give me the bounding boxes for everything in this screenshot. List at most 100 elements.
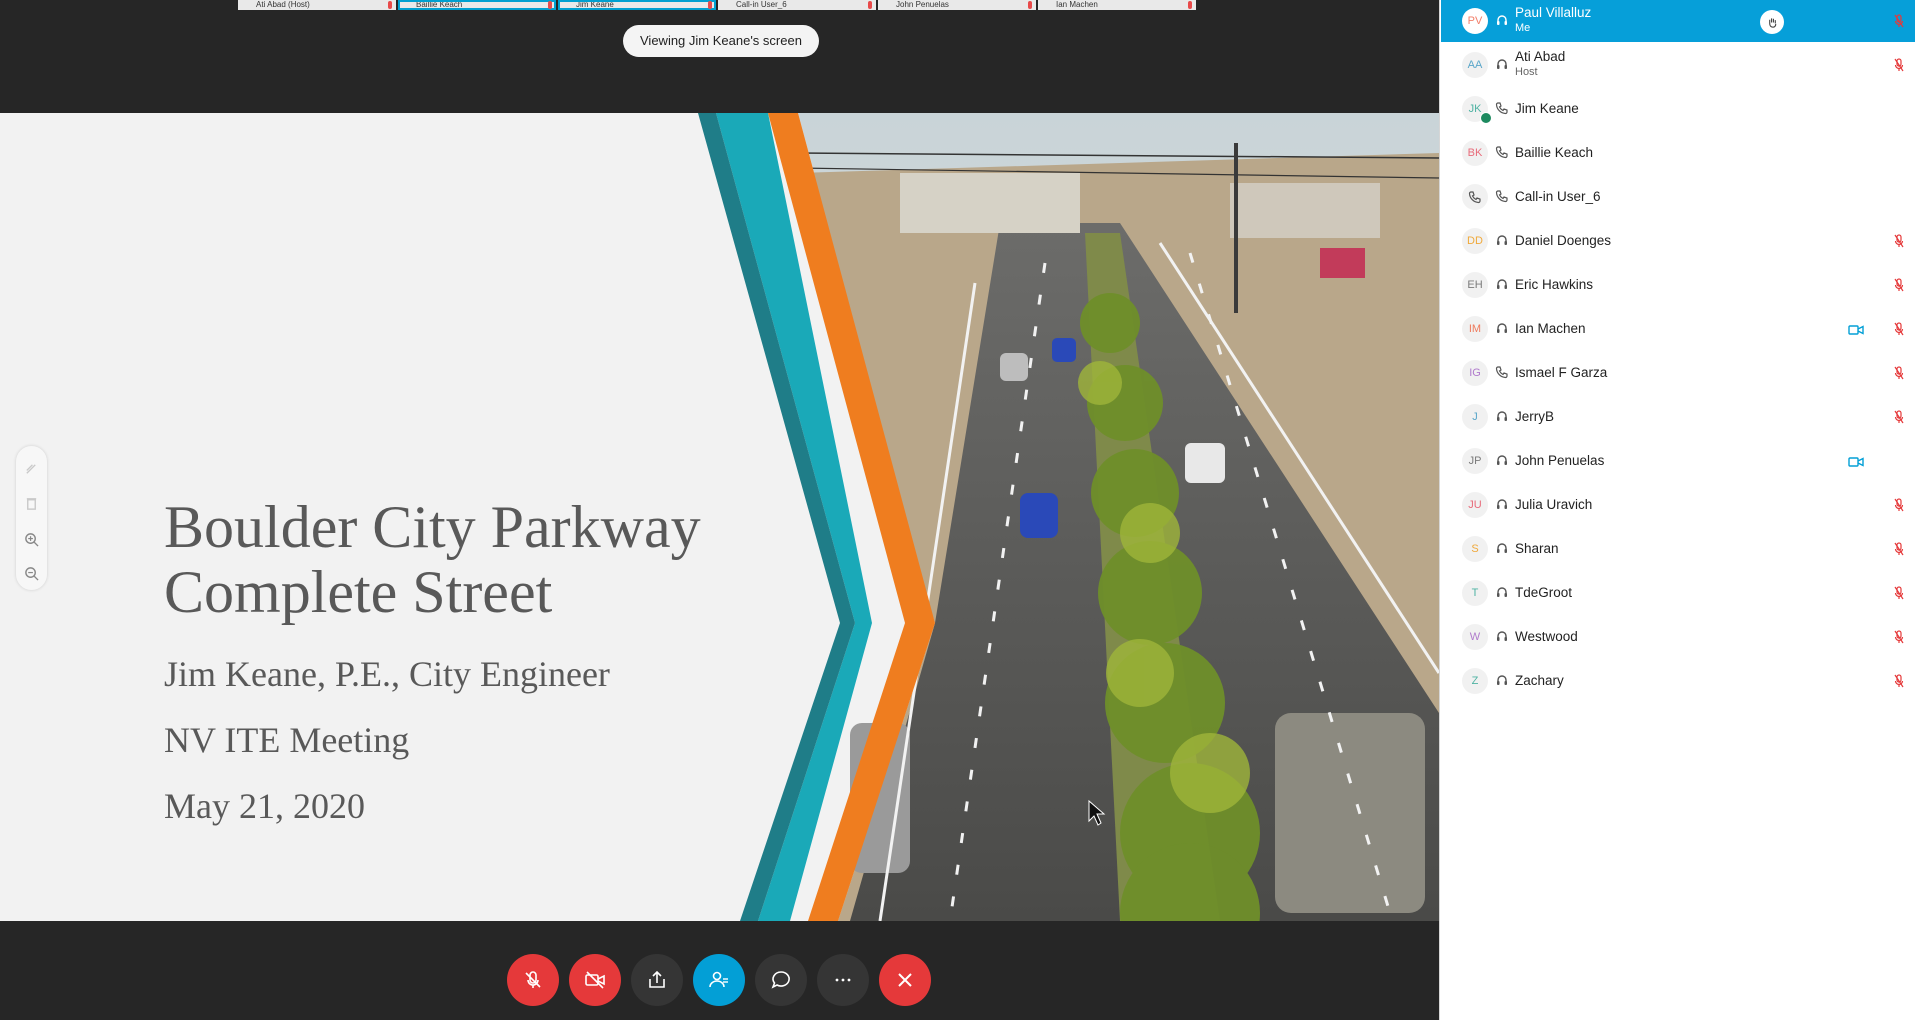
- filmstrip-tile[interactable]: Baillie Keach: [398, 0, 556, 10]
- participant-row[interactable]: W Westwood: [1441, 615, 1915, 659]
- participant-name: Ati Abad: [1515, 49, 1566, 64]
- participant-name: Call-in User_6: [1515, 189, 1601, 204]
- filmstrip-tile-label: Ati Abad (Host): [256, 0, 310, 9]
- participant-name: John Penuelas: [1515, 453, 1605, 468]
- participant-row[interactable]: BK Baillie Keach: [1441, 131, 1915, 175]
- participant-role: Me: [1515, 22, 1531, 34]
- share-button[interactable]: [631, 954, 683, 1006]
- mic-muted-icon[interactable]: [1894, 58, 1904, 72]
- mic-muted-icon[interactable]: [1894, 322, 1904, 336]
- participant-row[interactable]: IG Ismael F Garza: [1441, 351, 1915, 395]
- mic-muted-icon: [388, 1, 392, 9]
- mic-muted-icon: [868, 1, 872, 9]
- participant-row[interactable]: Call-in User_6: [1441, 175, 1915, 219]
- avatar: Z: [1462, 668, 1488, 694]
- mic-muted-icon[interactable]: [1894, 498, 1904, 512]
- meeting-stage: Ati Abad (Host) Baillie Keach Jim Keane Cal…: [0, 0, 1439, 1020]
- leave-button[interactable]: [879, 954, 931, 1006]
- participants-panel: PV Paul Villalluz Me AA Ati Abad Host JK Jim Ke…: [1439, 0, 1915, 1020]
- participant-row[interactable]: IM Ian Machen: [1441, 307, 1915, 351]
- computer-audio-icon: [1495, 233, 1509, 247]
- participant-name: Daniel Doenges: [1515, 233, 1612, 248]
- participants-icon: [709, 971, 728, 988]
- video-off-icon: [585, 971, 605, 989]
- filmstrip-tile[interactable]: Ian Machen: [1038, 0, 1196, 10]
- clear-icon[interactable]: [24, 496, 39, 511]
- mic-muted-icon: [525, 971, 541, 988]
- mic-muted-icon[interactable]: [1894, 278, 1904, 292]
- avatar: JU: [1462, 492, 1488, 518]
- zoom-out-icon[interactable]: [24, 566, 39, 581]
- participant-row[interactable]: PV Paul Villalluz Me: [1441, 0, 1915, 42]
- filmstrip-tile-label: John Penuelas: [896, 0, 949, 9]
- participant-row[interactable]: JP John Penuelas: [1441, 439, 1915, 483]
- avatar: JP: [1462, 448, 1488, 474]
- computer-audio-icon: [1495, 13, 1509, 27]
- participant-row[interactable]: J JerryB: [1441, 395, 1915, 439]
- chat-button[interactable]: [755, 954, 807, 1006]
- participant-row[interactable]: DD Daniel Doenges: [1441, 219, 1915, 263]
- avatar: IG: [1462, 360, 1488, 386]
- participants-button[interactable]: [693, 954, 745, 1006]
- mic-muted-icon[interactable]: [1894, 586, 1904, 600]
- hand-icon: [1768, 17, 1776, 28]
- participant-name: Paul Villalluz: [1515, 5, 1592, 20]
- participant-row[interactable]: AA Ati Abad Host: [1441, 43, 1915, 87]
- avatar: J: [1462, 404, 1488, 430]
- chat-icon: [771, 971, 790, 989]
- mic-muted-icon[interactable]: [1894, 410, 1904, 424]
- participant-row[interactable]: S Sharan: [1441, 527, 1915, 571]
- computer-audio-icon: [1495, 629, 1509, 643]
- participant-row[interactable]: EH Eric Hawkins: [1441, 263, 1915, 307]
- filmstrip-tile[interactable]: Call-in User_6: [718, 0, 876, 10]
- participant-name: Julia Uravich: [1515, 497, 1593, 512]
- participant-name: Eric Hawkins: [1515, 277, 1594, 292]
- computer-audio-icon: [1495, 541, 1509, 555]
- participant-name: Westwood: [1515, 629, 1578, 644]
- participant-row[interactable]: T TdeGroot: [1441, 571, 1915, 615]
- slide-date: May 21, 2020: [164, 786, 365, 826]
- more-icon: [835, 978, 851, 982]
- more-button[interactable]: [817, 954, 869, 1006]
- mic-muted-icon: [548, 1, 552, 9]
- participant-name: Ian Machen: [1515, 321, 1586, 336]
- filmstrip-tile[interactable]: Ati Abad (Host): [238, 0, 396, 10]
- annotate-icon[interactable]: [24, 462, 39, 477]
- participant-row[interactable]: Z Zachary: [1441, 659, 1915, 703]
- mic-muted-icon[interactable]: [1894, 14, 1904, 28]
- participant-name: Baillie Keach: [1515, 145, 1594, 160]
- stop-video-button[interactable]: [569, 954, 621, 1006]
- filmstrip-tile-label: Ian Machen: [1056, 0, 1098, 9]
- slide-title-line1: Boulder City Parkway: [164, 494, 701, 560]
- zoom-in-icon[interactable]: [24, 532, 39, 547]
- phone-audio-icon: [1495, 101, 1509, 115]
- mic-muted-icon[interactable]: [1894, 674, 1904, 688]
- presenting-indicator-icon: [1480, 112, 1492, 124]
- participant-name: TdeGroot: [1515, 585, 1573, 600]
- filmstrip-tile[interactable]: John Penuelas: [878, 0, 1036, 10]
- avatar: AA: [1462, 52, 1488, 78]
- mic-muted-icon[interactable]: [1894, 542, 1904, 556]
- video-on-icon: [1848, 455, 1864, 467]
- participant-row[interactable]: JU Julia Uravich: [1441, 483, 1915, 527]
- mic-muted-icon[interactable]: [1894, 366, 1904, 380]
- avatar: DD: [1462, 228, 1488, 254]
- computer-audio-icon: [1495, 321, 1509, 335]
- filmstrip-tile-label: Jim Keane: [576, 0, 614, 9]
- phone-audio-icon: [1495, 145, 1509, 159]
- share-icon: [649, 970, 665, 988]
- participant-row[interactable]: JK Jim Keane: [1441, 87, 1915, 131]
- view-tools-toolbar: [16, 446, 47, 590]
- slide-meeting-name: NV ITE Meeting: [164, 720, 410, 760]
- filmstrip-tile[interactable]: Jim Keane: [558, 0, 716, 10]
- mic-muted-icon[interactable]: [1894, 630, 1904, 644]
- mic-muted-icon: [708, 1, 712, 9]
- filmstrip-tile-label: Call-in User_6: [736, 0, 787, 9]
- close-icon: [898, 973, 912, 987]
- raise-hand-button[interactable]: [1760, 10, 1784, 34]
- viewing-screen-banner: Viewing Jim Keane's screen: [623, 25, 819, 57]
- participant-name: Jim Keane: [1515, 101, 1579, 116]
- avatar: IM: [1462, 316, 1488, 342]
- mute-button[interactable]: [507, 954, 559, 1006]
- mic-muted-icon[interactable]: [1894, 234, 1904, 248]
